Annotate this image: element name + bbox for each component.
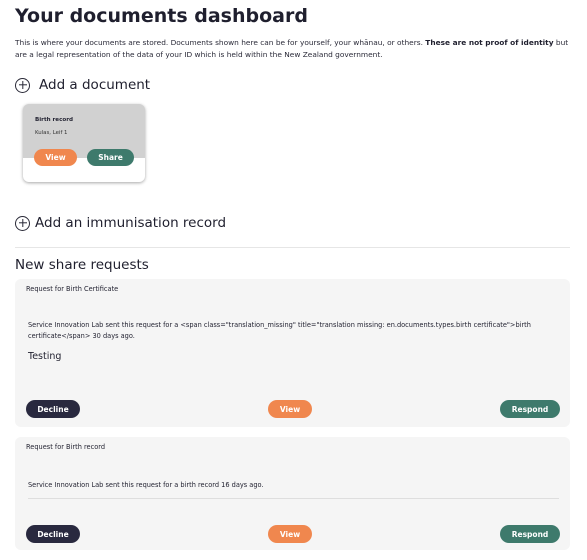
respond-button[interactable]: Respond (500, 400, 560, 418)
document-title: Birth record (35, 117, 74, 123)
view-request-button[interactable]: View (268, 525, 312, 543)
document-view-button[interactable]: View (34, 149, 77, 166)
add-document-button[interactable]: Add a document (15, 77, 150, 93)
documents-dashboard-page: Your documents dashboard This is where y… (0, 0, 587, 560)
share-request-divider (28, 498, 559, 499)
document-card-birth-record: Birth record Kulas, Leif 1 View Share (23, 104, 145, 182)
share-request-card: Request for Birth record Service Innovat… (15, 437, 570, 550)
intro-text: This is where your documents are stored.… (15, 38, 423, 47)
share-request-note: Testing (28, 351, 62, 362)
share-request-heading: Request for Birth record (26, 443, 106, 451)
add-document-label: Add a document (39, 77, 151, 93)
decline-button[interactable]: Decline (26, 525, 80, 543)
intro-paragraph: This is where your documents are stored.… (15, 37, 575, 60)
add-immunisation-button[interactable]: Add an immunisation record (15, 215, 226, 231)
decline-button[interactable]: Decline (26, 400, 80, 418)
share-requests-heading: New share requests (15, 257, 149, 273)
section-divider (15, 247, 570, 248)
share-request-heading: Request for Birth Certificate (26, 285, 119, 293)
add-immunisation-label: Add an immunisation record (35, 215, 227, 231)
plus-circle-icon (15, 77, 30, 93)
document-share-button[interactable]: Share (87, 149, 134, 166)
share-request-card: Request for Birth Certificate Service In… (15, 279, 570, 427)
respond-button[interactable]: Respond (500, 525, 560, 543)
intro-bold-text: These are not proof of identity (425, 38, 554, 47)
document-subtitle: Kulas, Leif 1 (35, 130, 68, 136)
page-title: Your documents dashboard (15, 5, 308, 27)
share-request-description: Service Innovation Lab sent this request… (28, 321, 531, 340)
plus-circle-icon (15, 215, 30, 231)
share-request-description: Service Innovation Lab sent this request… (28, 481, 264, 489)
view-request-button[interactable]: View (268, 400, 312, 418)
